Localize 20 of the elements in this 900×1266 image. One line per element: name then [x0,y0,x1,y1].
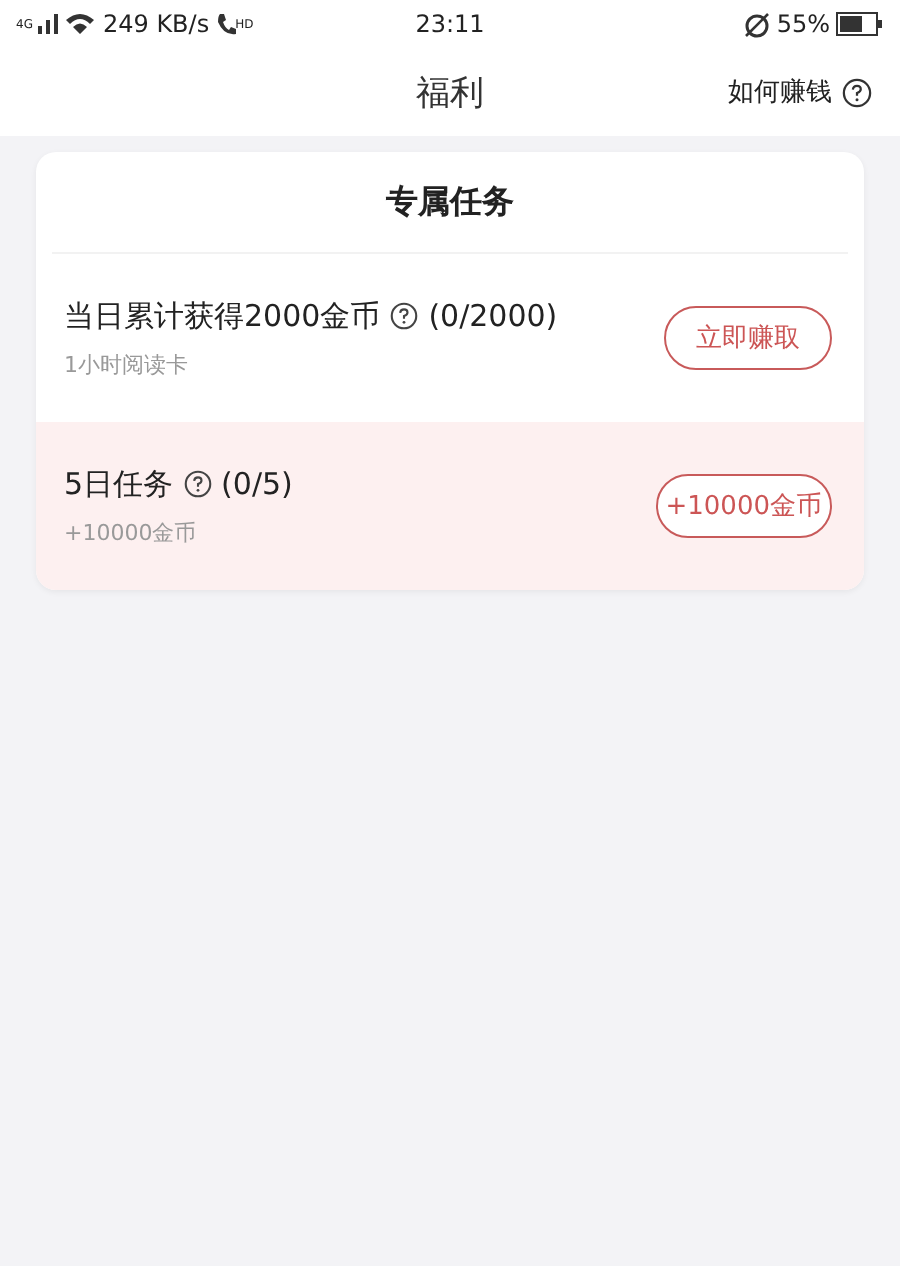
earn-button[interactable]: 立即赚取 [664,306,832,370]
earn-button[interactable]: +10000金币 [655,474,832,538]
clock: 23:11 [415,10,485,38]
task-reward: +10000金币 [64,517,199,547]
battery-percent: 55% [776,10,830,38]
task-progress: (0/5) [221,466,293,502]
task-title: 当日累计获得2000金币 [64,297,381,335]
how-to-earn-link[interactable]: 如何赚钱 [728,74,872,110]
task-title: 5日任务 [64,465,174,503]
phone-icon [215,12,236,36]
signal-icon [38,14,59,34]
wifi-icon [64,12,97,36]
help-icon[interactable] [183,470,212,498]
task-reward: 1小时阅读卡 [64,349,190,379]
help-icon [842,77,872,107]
help-icon[interactable] [390,302,419,330]
battery-icon [836,12,884,36]
page-title: 福利 [416,71,484,115]
task-progress: (0/2000) [428,298,558,334]
network-speed: 249 KB/s [102,10,210,38]
